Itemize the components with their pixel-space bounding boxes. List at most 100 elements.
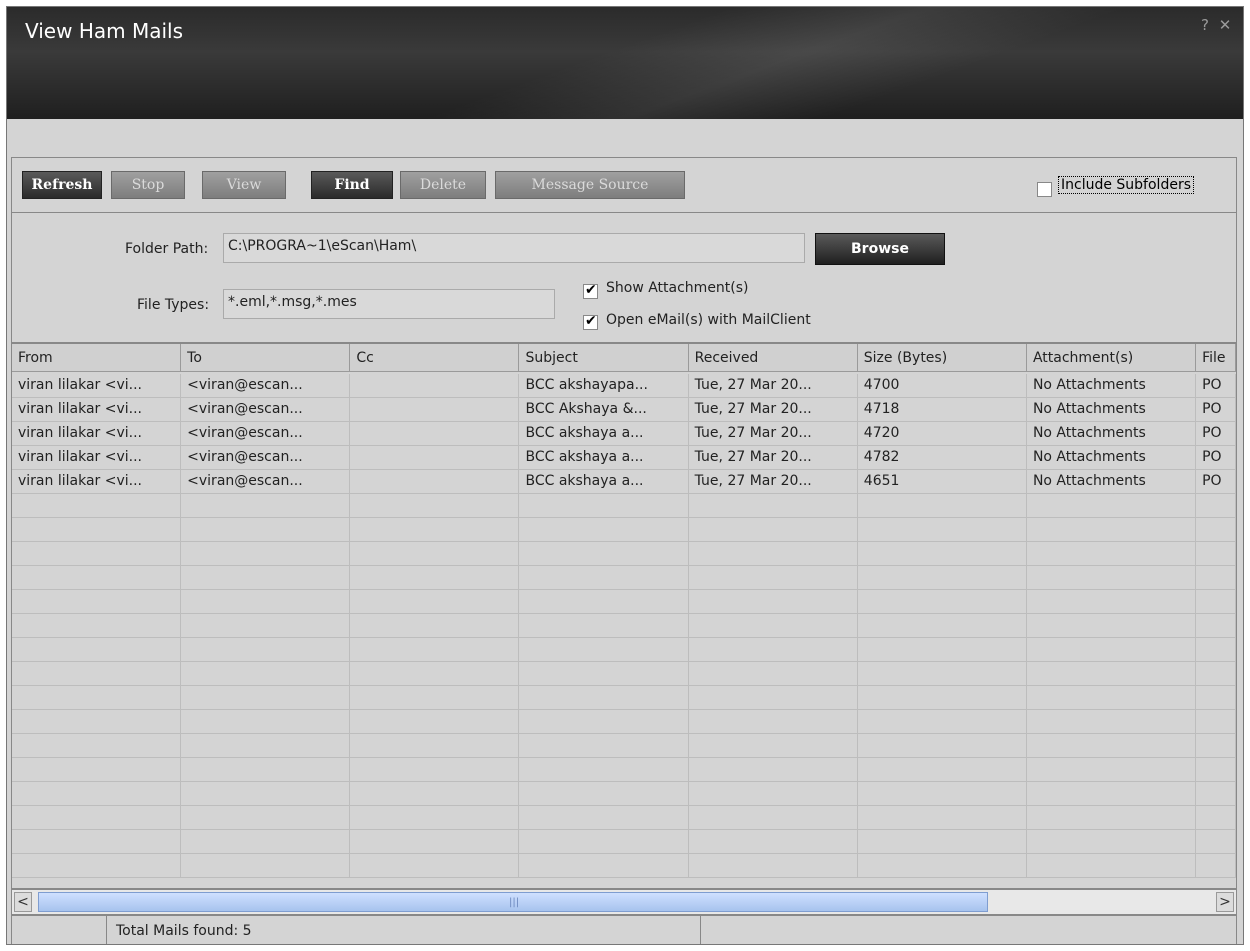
scroll-right-icon[interactable]: > [1216, 892, 1234, 912]
table-cell [688, 614, 858, 638]
table-cell: BCC akshaya a... [519, 470, 689, 494]
table-cell [688, 758, 858, 782]
table-row[interactable]: viran lilakar <vi... <viran@escan... BCC a… [12, 374, 1236, 398]
empty-row [12, 566, 1236, 590]
table-cell [857, 710, 1027, 734]
table-cell [12, 710, 182, 734]
table-cell [519, 734, 689, 758]
table-cell [181, 614, 351, 638]
column-header[interactable]: To [181, 344, 351, 372]
refresh-button[interactable]: Refresh [22, 171, 102, 199]
table-cell [12, 614, 182, 638]
column-header[interactable]: Cc [350, 344, 520, 372]
status-divider [106, 916, 107, 944]
file-types-input[interactable]: *.eml,*.msg,*.mes [223, 289, 555, 319]
table-cell [12, 638, 182, 662]
view-ham-mails-window: View Ham Mails ? ✕ Refresh Stop View Fin… [6, 6, 1244, 945]
table-cell [857, 494, 1027, 518]
column-header[interactable]: Size (Bytes) [857, 344, 1027, 372]
empty-row [12, 590, 1236, 614]
table-cell: viran lilakar <vi... [12, 374, 182, 398]
table-cell [181, 734, 351, 758]
column-header[interactable]: File [1196, 344, 1236, 372]
table-cell [181, 518, 351, 542]
table-cell [1026, 614, 1197, 638]
show-attachments-checkbox[interactable] [583, 282, 598, 299]
table-cell [181, 830, 351, 854]
horizontal-scrollbar[interactable]: < ||| > [11, 889, 1237, 915]
table-cell [1026, 542, 1197, 566]
table-cell [857, 590, 1027, 614]
table-header: From To Cc Subject Received Size (Bytes) Attac… [12, 344, 1236, 374]
table-cell [181, 686, 351, 710]
include-subfolders-label[interactable]: Include Subfolders [1058, 176, 1194, 194]
table-cell [350, 494, 520, 518]
message-source-button[interactable]: Message Source [495, 171, 685, 199]
table-row[interactable]: viran lilakar <vi... <viran@escan... BCC a… [12, 446, 1236, 470]
close-icon[interactable]: ✕ [1217, 16, 1233, 34]
help-icon[interactable]: ? [1197, 16, 1213, 34]
file-types-label: File Types: [137, 297, 210, 313]
table-cell [1026, 806, 1197, 830]
column-header[interactable]: Subject [519, 344, 689, 372]
stop-button[interactable]: Stop [111, 171, 185, 199]
table-cell [1196, 542, 1236, 566]
table-cell: No Attachments [1026, 374, 1197, 398]
window-title: View Ham Mails [25, 19, 183, 43]
column-header[interactable]: From [12, 344, 182, 372]
scroll-left-icon[interactable]: < [14, 892, 32, 912]
table-cell [519, 542, 689, 566]
table-cell [688, 638, 858, 662]
table-cell [1196, 662, 1236, 686]
scrollbar-thumb[interactable]: ||| [38, 892, 988, 912]
column-header[interactable]: Received [688, 344, 858, 372]
empty-row [12, 782, 1236, 806]
table-cell [350, 710, 520, 734]
table-cell [1196, 686, 1236, 710]
column-header[interactable]: Attachment(s) [1026, 344, 1197, 372]
browse-button[interactable]: Browse [815, 233, 945, 265]
open-with-mailclient-checkbox[interactable] [583, 313, 598, 330]
table-cell [12, 662, 182, 686]
table-row[interactable]: viran lilakar <vi... <viran@escan... BCC a… [12, 422, 1236, 446]
table-cell [519, 830, 689, 854]
include-subfolders-checkbox[interactable] [1037, 182, 1052, 197]
view-button[interactable]: View [202, 171, 286, 199]
table-cell [350, 566, 520, 590]
table-cell [350, 398, 520, 422]
table-cell [688, 518, 858, 542]
table-cell [519, 662, 689, 686]
table-cell [350, 830, 520, 854]
table-cell [350, 590, 520, 614]
table-cell [12, 542, 182, 566]
table-cell [12, 590, 182, 614]
table-cell [181, 758, 351, 782]
table-cell [857, 638, 1027, 662]
table-row[interactable]: viran lilakar <vi... <viran@escan... BCC A… [12, 398, 1236, 422]
table-cell: No Attachments [1026, 446, 1197, 470]
table-cell [181, 590, 351, 614]
table-cell: <viran@escan... [181, 422, 351, 446]
table-cell: PO [1196, 398, 1236, 422]
table-cell [688, 830, 858, 854]
find-button[interactable]: Find [311, 171, 393, 199]
table-cell [12, 830, 182, 854]
table-cell [519, 566, 689, 590]
table-cell [12, 518, 182, 542]
empty-row [12, 662, 1236, 686]
title-bar: View Ham Mails ? ✕ [7, 7, 1243, 119]
table-cell [12, 734, 182, 758]
button-row: Refresh Stop View Find Delete Message So… [12, 158, 1236, 213]
table-row[interactable]: viran lilakar <vi... <viran@escan... BCC a… [12, 470, 1236, 494]
table-cell [12, 782, 182, 806]
table-cell: <viran@escan... [181, 446, 351, 470]
delete-button[interactable]: Delete [400, 171, 486, 199]
table-cell: BCC akshayapa... [519, 374, 689, 398]
folder-path-input[interactable]: C:\PROGRA~1\eScan\Ham\ [223, 233, 805, 263]
table-cell [350, 782, 520, 806]
table-cell: BCC Akshaya &... [519, 398, 689, 422]
table-cell [1196, 494, 1236, 518]
table-cell: viran lilakar <vi... [12, 422, 182, 446]
table-cell [181, 638, 351, 662]
table-cell [350, 542, 520, 566]
